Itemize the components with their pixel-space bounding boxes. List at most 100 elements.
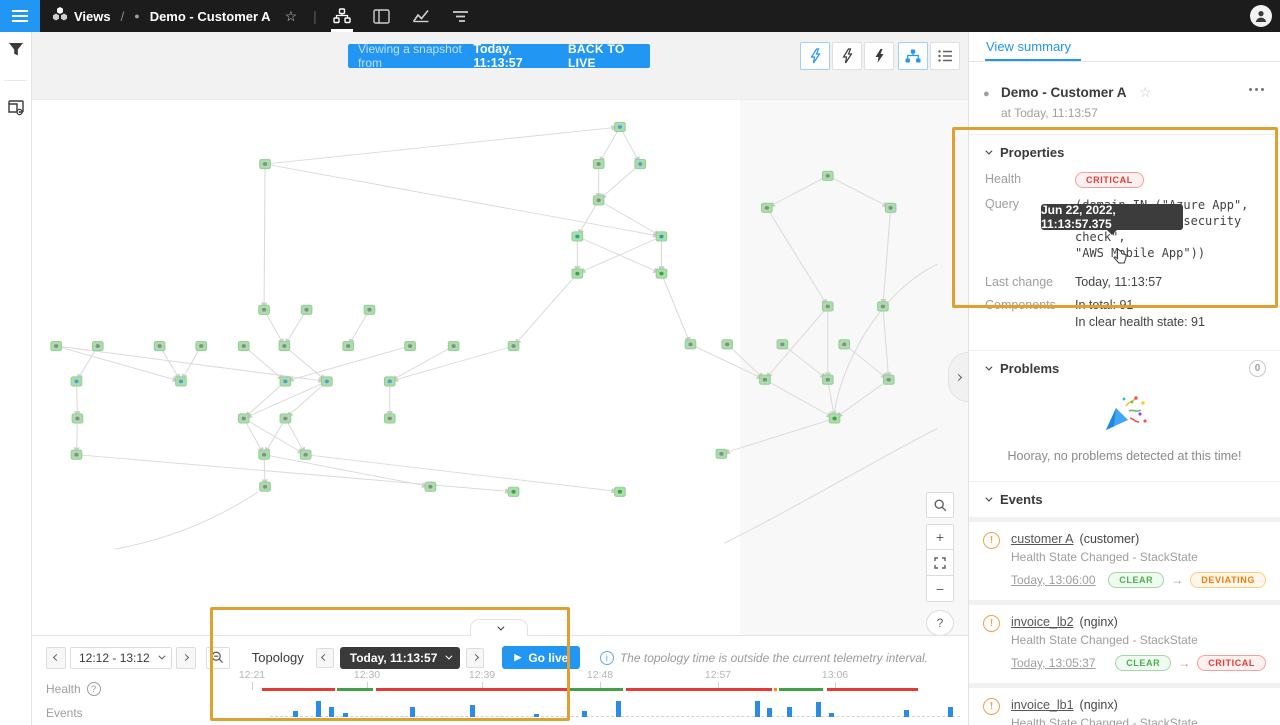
topology-node[interactable] — [656, 269, 667, 278]
health-segment-green[interactable] — [779, 688, 823, 691]
event-component-link[interactable]: invoice_lb1 — [1011, 698, 1074, 712]
problems-section-header[interactable]: Problems 0 — [969, 350, 1280, 386]
topology-node[interactable] — [685, 340, 696, 349]
health-segment-red[interactable] — [262, 688, 335, 691]
topology-node[interactable] — [593, 159, 604, 168]
topology-node[interactable] — [301, 305, 312, 314]
topology-node[interactable] — [384, 414, 395, 423]
event-bar[interactable] — [329, 707, 334, 717]
topology-node[interactable] — [448, 341, 459, 350]
event-bar[interactable] — [534, 714, 539, 717]
topology-node[interactable] — [425, 482, 436, 491]
topology-time-select[interactable]: Today, 11:13:57 — [340, 647, 461, 669]
topology-node[interactable] — [777, 340, 788, 349]
topology-node[interactable] — [762, 203, 773, 212]
topology-node[interactable] — [260, 482, 271, 491]
topology-node[interactable] — [722, 340, 733, 349]
topology-node[interactable] — [280, 377, 291, 386]
event-bar[interactable] — [316, 701, 321, 717]
topology-node[interactable] — [760, 375, 771, 384]
event-component-link[interactable]: invoice_lb2 — [1011, 615, 1074, 629]
topology-time-next-button[interactable] — [466, 648, 484, 668]
view-settings-icon[interactable] — [0, 91, 32, 125]
health-help-icon[interactable] — [87, 682, 101, 696]
topology-node[interactable] — [154, 341, 165, 350]
topology-node[interactable] — [885, 203, 896, 212]
lightning-filled-button[interactable] — [864, 42, 894, 70]
help-button[interactable]: ? — [926, 610, 954, 636]
topology-node[interactable] — [593, 196, 604, 205]
topology-node[interactable] — [822, 171, 833, 180]
metrics-icon[interactable] — [412, 0, 430, 32]
health-segment-red[interactable] — [827, 688, 918, 691]
topology-node[interactable] — [615, 122, 626, 131]
topology-node[interactable] — [280, 414, 291, 423]
event-time-link[interactable]: Today, 13:05:37 — [1011, 656, 1096, 670]
fit-to-screen-button[interactable] — [926, 550, 954, 576]
list-mode-button[interactable] — [930, 42, 960, 70]
topology-node[interactable] — [72, 414, 83, 423]
event-bar[interactable] — [904, 710, 909, 717]
topology-node[interactable] — [822, 302, 833, 311]
go-live-button[interactable]: ▶ Go live — [502, 646, 580, 669]
topology-node[interactable] — [71, 377, 82, 386]
filter-icon[interactable] — [0, 32, 32, 66]
topology-node[interactable] — [259, 305, 270, 314]
breadcrumb-view-name[interactable]: Demo - Customer A — [150, 9, 271, 24]
time-range-select[interactable]: 12:12 - 13:12 — [70, 647, 172, 669]
properties-section-header[interactable]: Properties — [969, 134, 1280, 170]
favorite-star-icon[interactable]: ☆ — [1139, 84, 1152, 100]
event-bar[interactable] — [616, 701, 621, 717]
event-component-link[interactable]: customer A — [1011, 532, 1074, 546]
health-segment-green[interactable] — [570, 688, 623, 691]
topology-node[interactable] — [238, 341, 249, 350]
topology-node[interactable] — [71, 450, 82, 459]
lightning-outline-blue-button[interactable] — [800, 42, 830, 70]
topology-node[interactable] — [829, 414, 840, 423]
timeline-collapse-tab[interactable] — [470, 619, 528, 636]
topology-node[interactable] — [260, 159, 271, 168]
topology-node[interactable] — [572, 232, 583, 241]
topology-node[interactable] — [508, 487, 519, 496]
topology-node[interactable] — [300, 450, 311, 459]
topology-node[interactable] — [343, 341, 354, 350]
breadcrumb-section[interactable]: Views — [74, 9, 111, 24]
topology-node[interactable] — [508, 341, 519, 350]
topology-node[interactable] — [384, 377, 395, 386]
user-avatar[interactable] — [1250, 5, 1272, 27]
star-icon[interactable]: ☆ — [285, 8, 298, 25]
topology-node[interactable] — [839, 340, 850, 349]
topology-time-prev-button[interactable] — [316, 648, 334, 668]
zoom-in-button[interactable]: + — [926, 524, 954, 550]
hamburger-menu-icon[interactable] — [0, 0, 40, 32]
topology-node[interactable] — [405, 341, 416, 350]
topology-node[interactable] — [259, 450, 270, 459]
event-card[interactable]: customer A (customer) Health State Chang… — [969, 522, 1280, 600]
search-icon[interactable] — [926, 492, 954, 518]
back-to-live-button[interactable]: BACK TO LIVE — [568, 42, 640, 70]
topology-node[interactable] — [364, 305, 375, 314]
topology-node[interactable] — [238, 414, 249, 423]
topology-node[interactable] — [176, 377, 187, 386]
health-segment-green[interactable] — [337, 688, 373, 691]
range-next-button[interactable] — [176, 647, 196, 669]
topology-node[interactable] — [322, 377, 333, 386]
events-section-header[interactable]: Events — [969, 481, 1280, 517]
topology-node[interactable] — [92, 341, 103, 350]
topology-node[interactable] — [878, 302, 889, 311]
table-view-icon[interactable] — [373, 0, 390, 32]
traces-icon[interactable] — [452, 0, 469, 32]
more-menu-icon[interactable] — [1249, 88, 1264, 91]
event-bar[interactable] — [343, 713, 348, 717]
tab-view-summary[interactable]: View summary — [986, 39, 1071, 54]
health-segment-orange[interactable] — [774, 688, 777, 691]
snapshot-time[interactable]: Today, 11:13:57 — [473, 42, 548, 70]
topology-canvas[interactable]: + − ? — [32, 100, 968, 635]
timeline-zoom-out-icon[interactable] — [206, 647, 230, 669]
topology-node[interactable] — [883, 375, 894, 384]
health-segment-red[interactable] — [376, 688, 568, 691]
topology-node[interactable] — [279, 341, 290, 350]
range-prev-button[interactable] — [46, 647, 66, 669]
event-bar[interactable] — [767, 708, 772, 717]
event-bar[interactable] — [293, 711, 298, 717]
